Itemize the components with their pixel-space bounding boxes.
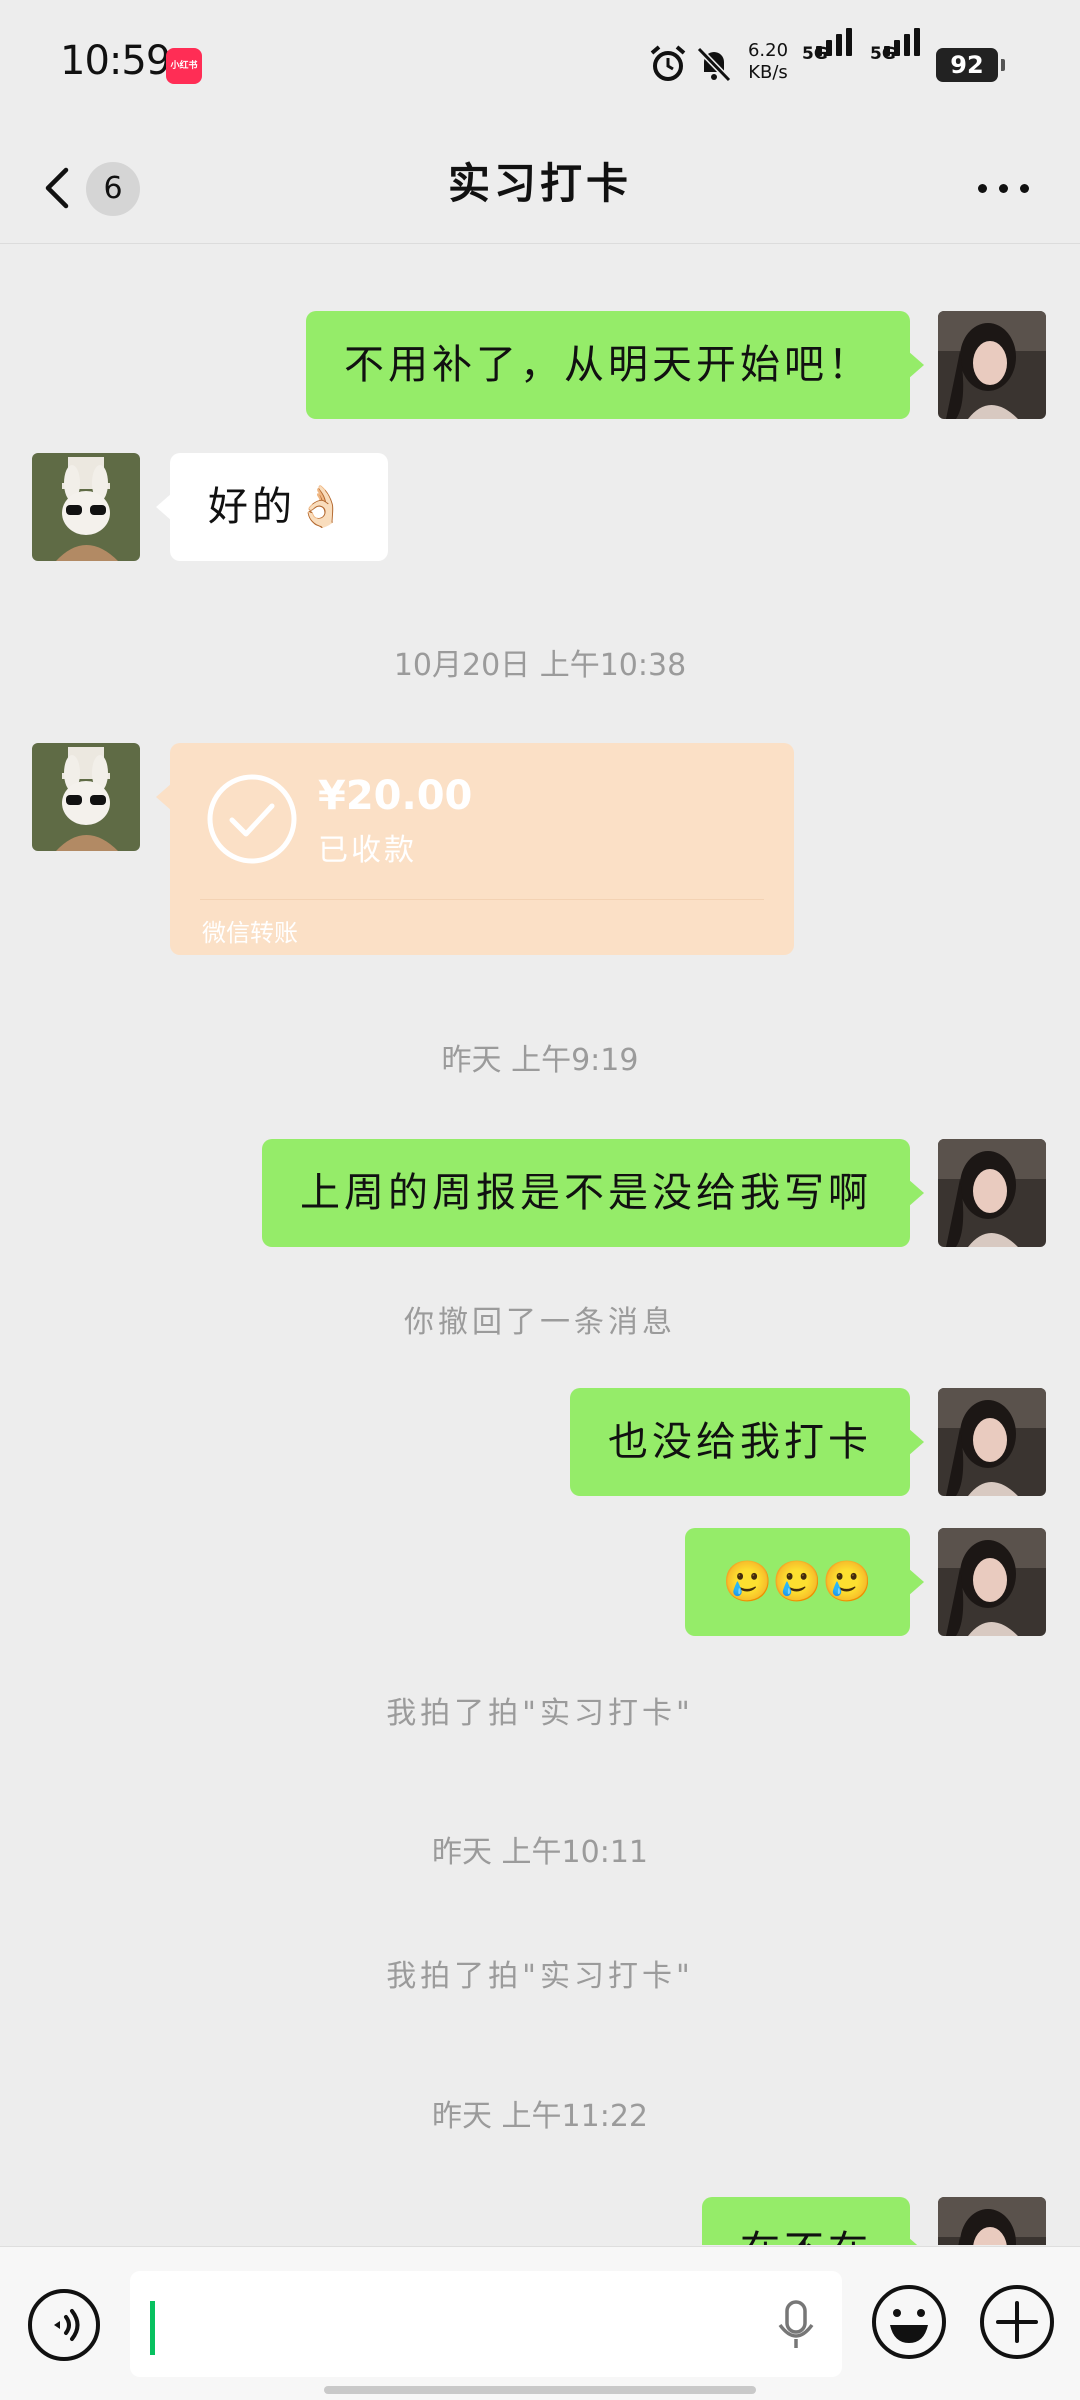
message-timestamp: 10月20日 上午10:38	[393, 648, 687, 683]
network-speed: 6.20 KB/s	[743, 40, 793, 84]
home-indicator[interactable]	[324, 2386, 756, 2394]
input-bar	[0, 2246, 1080, 2400]
message-bubble-received[interactable]: 好的👌🏻	[156, 453, 388, 561]
transfer-status: 已收款	[318, 833, 417, 868]
message-timestamp: 昨天 上午9:19	[441, 1043, 639, 1078]
pat-notice: 我拍了拍"实习打卡"	[386, 1696, 694, 1731]
network-speed-unit: KB/s	[748, 62, 788, 83]
chat-header: 6 实习打卡	[0, 132, 1080, 244]
message-bubble-sent[interactable]: 🥲🥲🥲	[684, 1528, 925, 1636]
battery-indicator: 92	[936, 48, 1005, 82]
transfer-divider	[200, 899, 764, 900]
message-timestamp: 昨天 上午11:22	[432, 2099, 648, 2134]
mic-icon[interactable]	[774, 2299, 818, 2351]
signal-label-2: 5G	[870, 44, 896, 64]
emoji-icon[interactable]	[870, 2283, 948, 2361]
plus-icon[interactable]	[978, 2283, 1056, 2361]
text-caret	[150, 2301, 155, 2355]
signal-strength-1: 5G	[802, 28, 866, 88]
avatar-self[interactable]	[938, 311, 1046, 419]
recall-notice: 你撤回了一条消息	[404, 1305, 676, 1340]
transfer-card[interactable]: ¥20.00 已收款 微信转账	[156, 743, 794, 955]
message-timestamp: 昨天 上午10:11	[432, 1835, 648, 1870]
avatar-self[interactable]	[938, 1388, 1046, 1496]
avatar-self[interactable]	[938, 1528, 1046, 1636]
signal-label-1: 5G	[802, 44, 828, 64]
signal-strength-2: 5G	[870, 28, 934, 88]
status-time: 10:59	[60, 38, 171, 84]
status-bar: 10:59 小红书 6.20 KB/s 5G 5G 92	[0, 0, 1080, 132]
app-notification-badge: 小红书	[166, 48, 202, 84]
message-list[interactable]: 不用补了，从明天开始吧！ 好的👌🏻 10月20日 上午10:38 ¥20.00 …	[0, 245, 1080, 2245]
message-bubble-sent[interactable]: 也没给我打卡	[570, 1388, 924, 1496]
check-icon	[207, 774, 297, 864]
transfer-amount: ¥20.00	[318, 773, 473, 819]
avatar-contact[interactable]	[32, 453, 140, 561]
bell-off-icon	[696, 46, 732, 83]
voice-icon[interactable]	[26, 2287, 102, 2363]
avatar-contact[interactable]	[32, 743, 140, 851]
more-icon[interactable]	[974, 172, 1034, 202]
message-bubble-sent[interactable]: 上周的周报是不是没给我写啊	[262, 1139, 924, 1247]
message-input[interactable]	[130, 2271, 842, 2377]
avatar-self[interactable]	[938, 1139, 1046, 1247]
pat-notice: 我拍了拍"实习打卡"	[386, 1959, 694, 1994]
transfer-label: 微信转账	[202, 919, 298, 947]
alarm-icon	[650, 45, 686, 81]
message-bubble-sent[interactable]: 不用补了，从明天开始吧！	[306, 311, 924, 419]
message-bubble-sent[interactable]: 在不在	[702, 2197, 924, 2245]
chat-title: 实习打卡	[447, 159, 632, 208]
avatar-self[interactable]	[938, 2197, 1046, 2245]
network-speed-value: 6.20	[747, 40, 789, 61]
